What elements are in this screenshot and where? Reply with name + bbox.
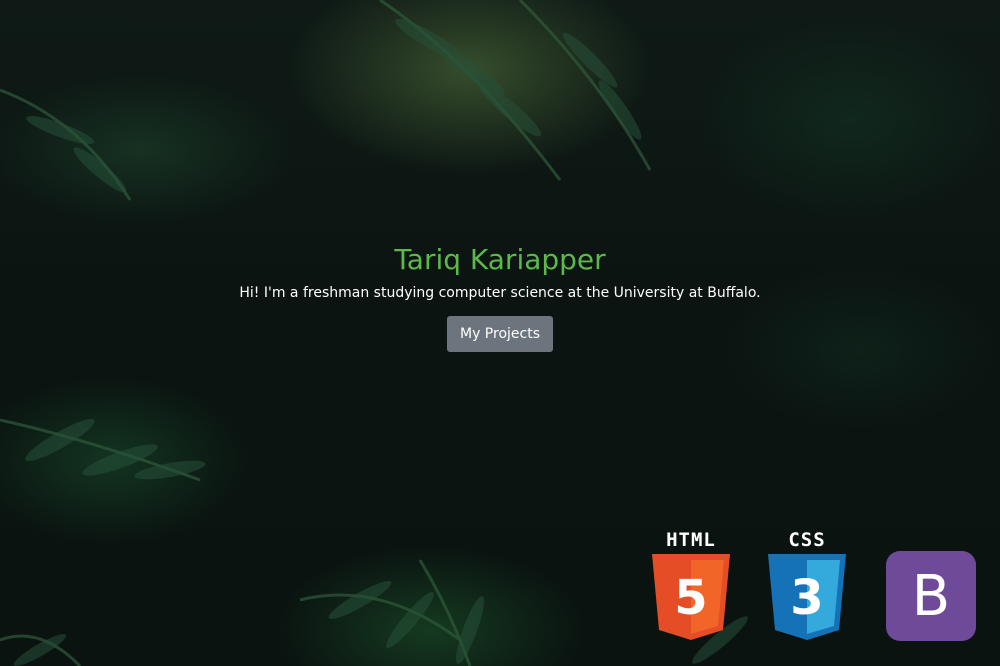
page-title: Tariq Kariapper <box>394 243 606 276</box>
html5-glyph: 5 <box>674 570 707 626</box>
html5-caption: HTML <box>666 529 716 551</box>
css3-shield-icon: 3 <box>768 554 846 640</box>
bootstrap-glyph: B <box>912 564 950 629</box>
css3-glyph: 3 <box>790 570 823 626</box>
hero-content: Tariq Kariapper Hi! I'm a freshman study… <box>0 240 1000 352</box>
bootstrap-logo: B <box>886 551 976 641</box>
hero-background: Tariq Kariapper Hi! I'm a freshman study… <box>0 0 1000 666</box>
html5-shield-icon: 5 <box>652 554 730 640</box>
intro-tagline: Hi! I'm a freshman studying computer sci… <box>239 285 761 301</box>
css3-caption: CSS <box>788 529 826 551</box>
bootstrap-icon: B <box>886 551 976 641</box>
css3-logo: CSS 3 <box>766 530 848 646</box>
html5-logo: HTML 5 <box>650 530 732 646</box>
my-projects-button[interactable]: My Projects <box>446 316 553 352</box>
